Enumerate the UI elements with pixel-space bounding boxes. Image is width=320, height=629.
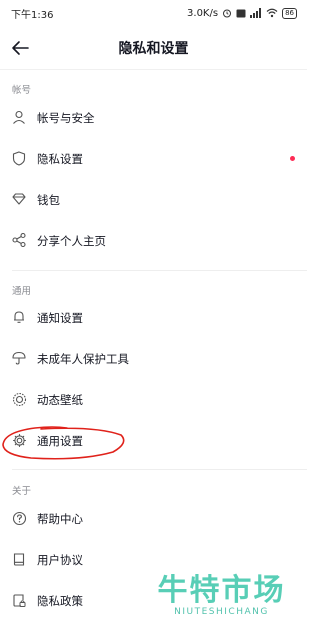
wallpaper-icon — [11, 391, 27, 407]
menu-item-notification-settings[interactable]: 通知设置 — [0, 297, 307, 338]
section-title-account: 帐号 — [12, 85, 32, 96]
person-icon — [11, 109, 27, 125]
menu-item-account-security[interactable]: 帐号与安全 — [0, 97, 307, 138]
network-speed: 3.0K/s — [187, 7, 219, 19]
menu-item-label: 通知设置 — [37, 310, 83, 325]
menu-item-label: 钱包 — [37, 192, 60, 207]
battery-level: 86 — [282, 7, 297, 19]
umbrella-icon — [11, 350, 27, 366]
header: 隐私和设置 — [0, 26, 307, 70]
shield-icon — [11, 150, 27, 166]
diamond-icon — [11, 191, 27, 207]
menu-item-label: 未成年人保护工具 — [37, 351, 129, 366]
watermark: 牛特市场 NIUTESHICHANG — [144, 565, 299, 617]
section-title-about: 关于 — [12, 486, 32, 497]
annotation-circle — [2, 426, 125, 460]
back-arrow-icon — [12, 41, 29, 55]
page-title: 隐私和设置 — [118, 40, 189, 57]
watermark-cn: 牛特市场 — [157, 573, 286, 608]
watermark-en: NIUTESHICHANG — [174, 607, 269, 617]
menu-item-label: 帐号与安全 — [37, 110, 95, 125]
menu-item-privacy-settings[interactable]: 隐私设置 — [0, 138, 307, 179]
menu-item-live-wallpaper[interactable]: 动态壁纸 — [0, 379, 307, 420]
menu-item-minor-protection[interactable]: 未成年人保护工具 — [0, 338, 307, 379]
menu-item-label: 用户协议 — [37, 552, 83, 567]
menu-item-label: 帮助中心 — [37, 511, 83, 526]
menu-item-label: 动态壁纸 — [37, 392, 83, 407]
menu-item-label: 隐私政策 — [37, 593, 83, 608]
help-icon — [11, 510, 27, 526]
status-bar: 下午1:36 3.0K/s 86 — [0, 0, 307, 26]
wifi-icon — [266, 8, 278, 18]
alarm-icon — [222, 8, 232, 18]
back-button[interactable] — [10, 38, 30, 58]
signal-icon — [250, 8, 262, 18]
section-divider — [12, 469, 307, 470]
share-icon — [11, 232, 27, 248]
notification-dot — [290, 156, 295, 161]
lock-doc-icon — [11, 592, 27, 608]
book-icon — [11, 551, 27, 567]
bell-icon — [11, 309, 27, 325]
status-icons: 3.0K/s 86 — [187, 7, 297, 19]
section-title-general: 通用 — [12, 286, 32, 297]
menu-item-help-center[interactable]: 帮助中心 — [0, 498, 307, 539]
status-time: 下午1:36 — [11, 9, 54, 21]
menu-item-wallet[interactable]: 钱包 — [0, 179, 307, 220]
hd-icon — [236, 9, 246, 18]
section-divider — [12, 270, 307, 271]
menu-item-share-profile[interactable]: 分享个人主页 — [0, 220, 307, 261]
menu-item-label: 隐私设置 — [37, 151, 83, 166]
menu-item-label: 分享个人主页 — [37, 233, 106, 248]
